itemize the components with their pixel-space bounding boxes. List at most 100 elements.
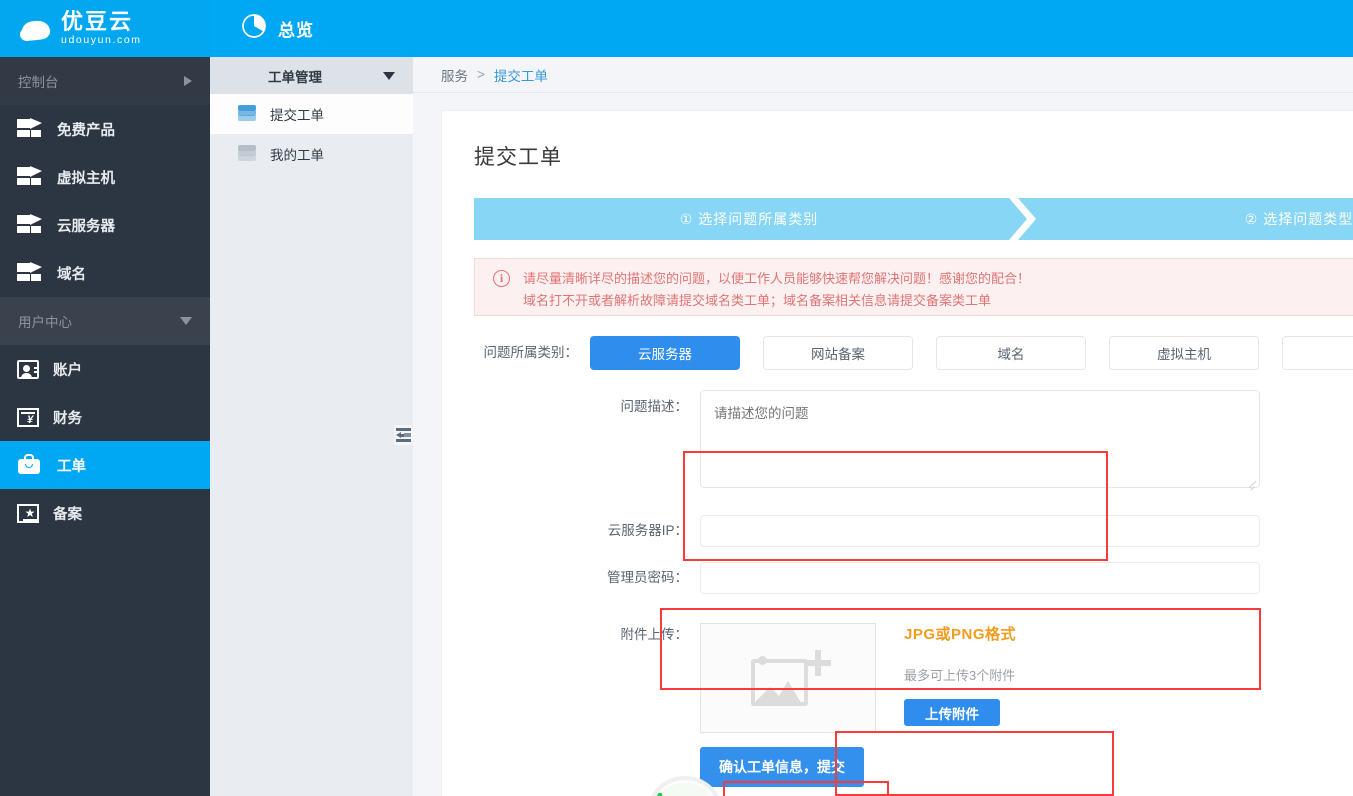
sidebar-item-finance[interactable]: ¥ 财务 [0,393,210,441]
description-label: 问题描述： [620,399,689,414]
chevron-right-icon [184,76,192,86]
sidebar-item-cloud-server[interactable]: 云服务器 [0,201,210,249]
category-button-virtual-host[interactable]: 虚拟主机 [1109,336,1259,370]
sidebar-item-label: 工单 [57,458,86,475]
ticket-form: 问题所属类别： 云服务器 网站备案 域名 虚拟主机 问题描述： 请描述您的问题 … [442,336,1353,796]
notice-line-1: 请尽量清晰详尽的描述您的问题，以便工作人员能够快速帮您解决问题！感谢您的配合！ [523,271,1031,286]
admin-password-label: 管理员密码： [607,570,688,585]
id-card-icon [17,359,39,379]
image-add-icon [751,650,831,706]
chevron-down-icon [383,71,395,80]
admin-password-row: 管理员密码： [442,562,1353,594]
notice-banner: i 请尽量清晰详尽的描述您的问题，以便工作人员能够快速帮您解决问题！感谢您的配合… [474,258,1353,316]
category-row: 问题所属类别： 云服务器 网站备案 域名 虚拟主机 [442,336,1353,370]
step-1-label: ① 选择问题所属类别 [679,211,819,227]
step-2-label: ② 选择问题类型 [1244,211,1353,227]
ticket-form-card: 提交工单 ① 选择问题所属类别 ② 选择问题类型 i 请尽量清晰详尽的描述您的问… [441,110,1353,796]
screen-icon [17,118,43,140]
sidebar-group-user-center-label: 用户中心 [18,315,72,330]
upload-row: 附件上传： JPG或PNG格式 最多可上传3个附件 上传附件 [442,623,1353,733]
subnav-item-label: 提交工单 [270,108,324,123]
finance-icon: ¥ [17,407,39,427]
sidebar-item-label: 虚拟主机 [57,170,115,187]
admin-password-input[interactable] [700,562,1260,594]
sidebar-item-virtual-host[interactable]: 虚拟主机 [0,153,210,201]
top-header-bar: 总览 [210,0,1353,57]
page-title: 提交工单 [474,146,562,169]
brand-name-zh: 优豆云 [61,9,134,35]
sidebar-item-label: 财务 [53,410,82,427]
category-buttons: 云服务器 网站备案 域名 虚拟主机 [590,336,1353,370]
secondary-nav: 工单管理 提交工单 我的工单 [210,57,413,796]
description-row: 问题描述： [442,390,1353,493]
star-badge-icon: ★ [17,503,39,523]
layers-icon [238,105,258,123]
sidebar-item-free-products[interactable]: 免费产品 [0,105,210,153]
screen-icon [17,166,43,188]
ticket-bag-icon [17,454,43,476]
notice-line-2: 域名打不开或者解析故障请提交域名类工单；域名备案相关信息请提交备案类工单 [523,293,992,308]
sidebar-item-beian[interactable]: ★ 备案 [0,489,210,537]
step-indicator: ① 选择问题所属类别 ② 选择问题类型 [474,198,1353,240]
sidebar-group-console-label: 控制台 [18,75,59,90]
category-button-domain[interactable]: 域名 [936,336,1086,370]
category-button-website-beian[interactable]: 网站备案 [763,336,913,370]
server-ip-row: 云服务器IP： [442,515,1353,547]
category-button-label: 域名 [997,347,1025,362]
main-content: 服务 > 提交工单 提交工单 ① 选择问题所属类别 ② 选择问题类型 i 请尽量… [413,57,1353,796]
upload-progress-widget[interactable]: 54% ↑ 0K/s [641,771,729,796]
category-label: 问题所属类别： [483,345,579,360]
sidebar-item-ticket[interactable]: 工单 [0,441,210,489]
step-2[interactable]: ② 选择问题类型 [1024,198,1353,240]
category-button-label: 云服务器 [638,347,692,362]
submit-ticket-button-label: 确认工单信息，提交 [719,759,845,775]
chevron-down-icon [180,317,192,325]
secondary-nav-header-label: 工单管理 [268,69,322,85]
category-button-label: 网站备案 [811,347,865,362]
sidebar-item-account[interactable]: 账户 [0,345,210,393]
upload-count-note: 最多可上传3个附件 [904,668,1016,683]
sidebar-item-label: 免费产品 [57,122,115,139]
sidebar-item-label: 备案 [53,506,82,523]
left-sidebar: 控制台 免费产品 虚拟主机 云服务器 域名 用户中心 账户 ¥ 财务 工单 ★ … [0,57,210,796]
sidebar-group-user-center[interactable]: 用户中心 [0,297,210,345]
step-1[interactable]: ① 选择问题所属类别 [474,198,1024,240]
subnav-item-submit-ticket[interactable]: 提交工单 [210,94,413,134]
textarea-resize-grip[interactable] [1248,481,1257,490]
description-input[interactable] [700,390,1260,488]
breadcrumb: 服务 > 提交工单 [413,57,1353,93]
sidebar-group-console[interactable]: 控制台 [0,57,210,105]
secondary-nav-header[interactable]: 工单管理 [210,57,413,94]
category-button-cloud-server[interactable]: 云服务器 [590,336,740,370]
server-ip-input[interactable] [700,515,1260,547]
upload-format-note: JPG或PNG格式 [904,626,1017,643]
breadcrumb-current[interactable]: 提交工单 [494,65,548,85]
server-ip-label: 云服务器IP： [607,523,688,538]
sidebar-item-label: 域名 [57,266,86,283]
sidebar-item-label: 账户 [53,362,82,379]
subnav-item-label: 我的工单 [270,148,324,163]
category-button-more[interactable] [1282,336,1353,370]
subnav-item-my-tickets[interactable]: 我的工单 [210,134,413,174]
upload-attachment-button-label: 上传附件 [925,706,979,722]
screen-icon [17,262,43,284]
info-icon: i [493,270,510,287]
breadcrumb-root[interactable]: 服务 [441,65,468,85]
sidebar-item-label: 云服务器 [57,218,115,235]
brand-text: 优豆云 udouyun.com [61,11,142,46]
category-button-label: 虚拟主机 [1157,347,1211,362]
submit-row: 确认工单信息，提交 [442,747,1353,787]
brand-domain: udouyun.com [61,34,142,47]
upload-dropzone[interactable] [700,623,876,733]
upload-label: 附件上传： [620,627,689,642]
layers-icon [238,145,258,163]
sidebar-item-domain[interactable]: 域名 [0,249,210,297]
cloud-logo-icon [20,16,54,42]
collapse-panel-icon[interactable] [394,425,413,445]
brand-logo[interactable]: 优豆云 udouyun.com [0,0,210,57]
overview-label[interactable]: 总览 [278,16,314,41]
screen-icon [17,214,43,236]
breadcrumb-separator: > [477,67,485,82]
upload-attachment-button[interactable]: 上传附件 [904,699,1000,726]
app-root: 优豆云 udouyun.com 总览 控制台 免费产品 虚拟主机 云服务器 域名… [0,0,1353,796]
